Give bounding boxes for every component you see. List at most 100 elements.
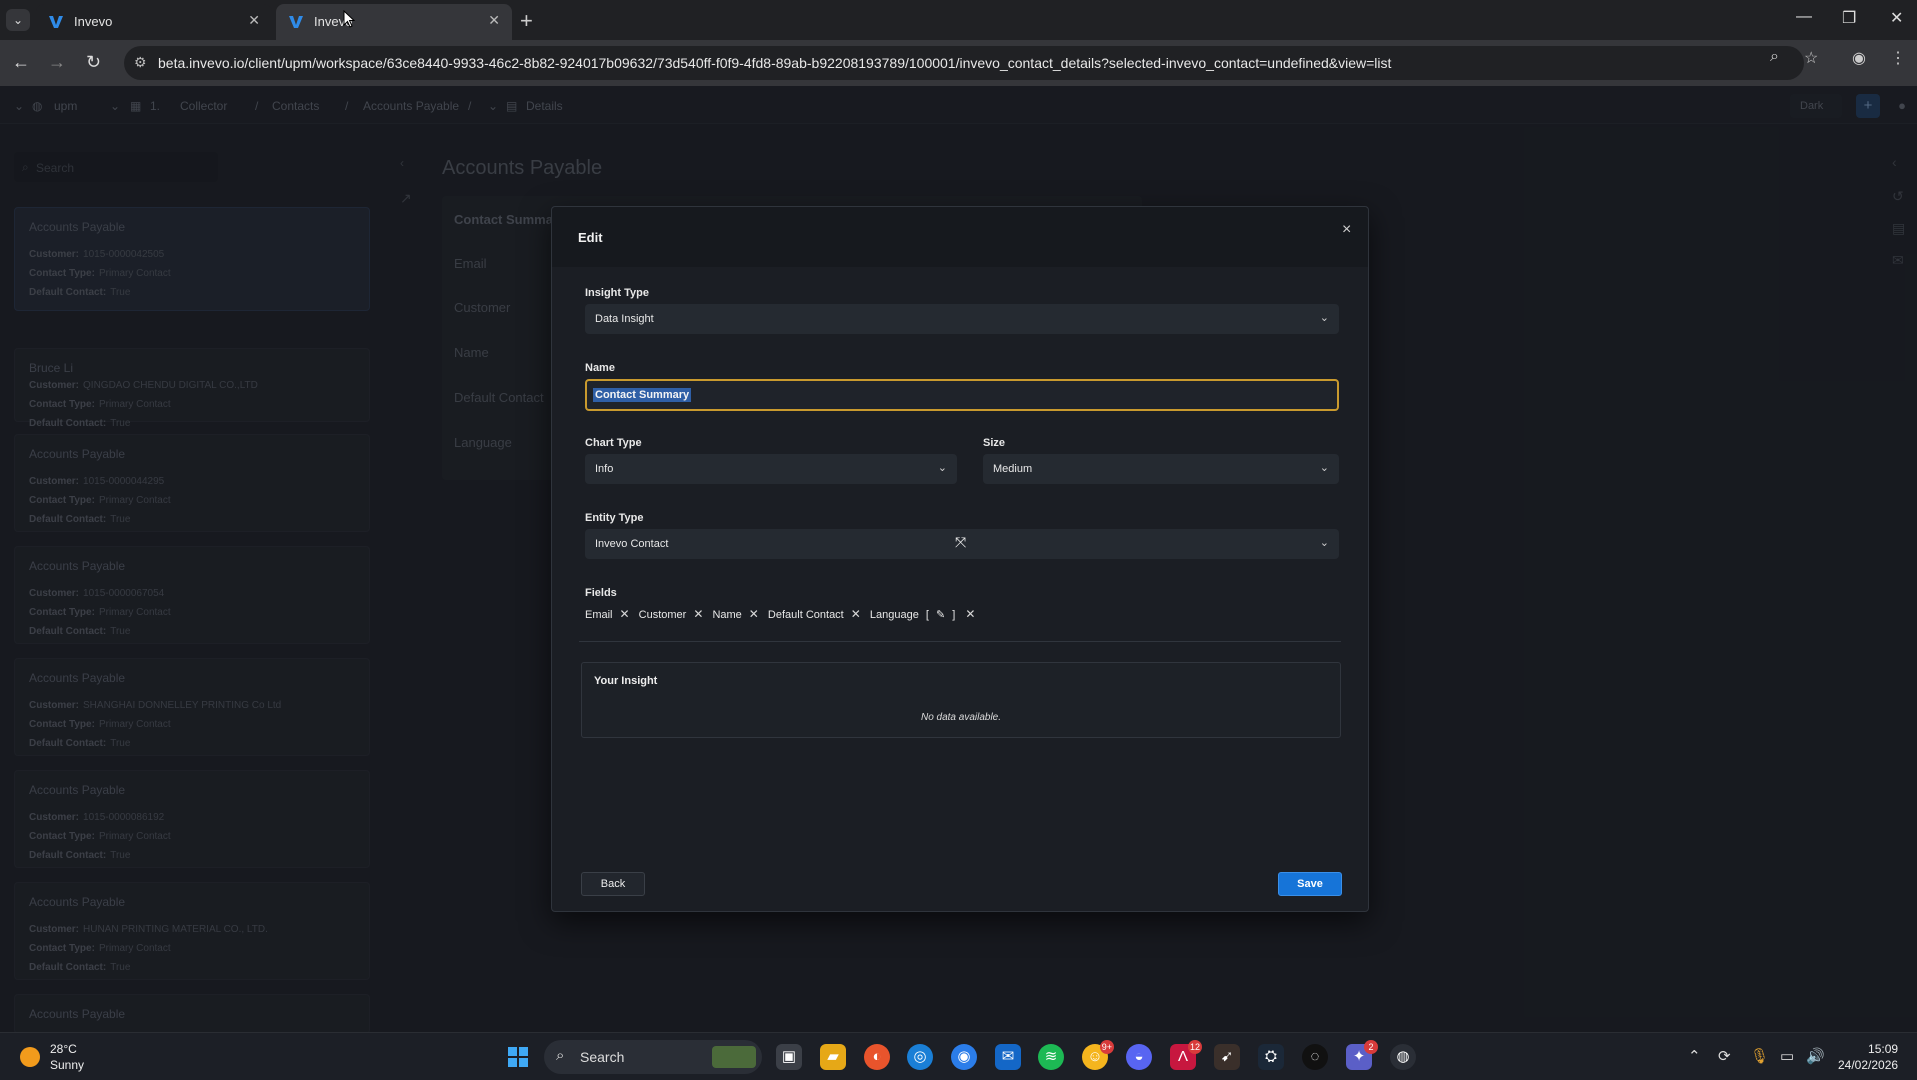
save-button[interactable]: Save <box>1278 872 1342 896</box>
remove-chip-icon[interactable]: ✕ <box>620 607 630 621</box>
obs-icon[interactable]: ◍ <box>1390 1044 1416 1070</box>
profile-icon[interactable]: ◉ <box>1852 48 1866 68</box>
app-icon-flame[interactable]: ➹ <box>1214 1044 1240 1070</box>
back-arrow-icon[interactable]: ← <box>12 52 30 73</box>
task-view-icon[interactable]: ▣ <box>776 1044 802 1070</box>
divider <box>579 641 1341 642</box>
field-chip-language: Language [ ✎ ] ✕ <box>870 607 976 621</box>
volume-icon[interactable]: 🔊 <box>1806 1047 1825 1065</box>
remove-chip-icon[interactable]: ✕ <box>965 607 975 621</box>
chevron-down-icon: ⌄ <box>1319 537 1329 549</box>
weather-condition: Sunny <box>50 1058 85 1072</box>
restore-icon[interactable]: ❐ <box>1842 8 1856 28</box>
browser-tab-2[interactable]: Invevo ✕ <box>276 4 512 40</box>
name-input[interactable]: Contact Summary <box>585 379 1339 411</box>
clock[interactable]: 15:09 24/02/2026 <box>1838 1041 1898 1073</box>
chrome-icon[interactable]: ◉ <box>951 1044 977 1070</box>
chip-label: Default Contact <box>767 609 844 621</box>
windows-start-icon[interactable] <box>505 1044 531 1070</box>
chart-type-select[interactable]: Info ⌄ <box>585 454 957 484</box>
field-chip-name: Name ✕ <box>712 607 758 621</box>
pencil-icon[interactable]: ✎ <box>936 609 945 621</box>
steam-icon[interactable]: ⛭ <box>1258 1044 1284 1070</box>
remove-chip-icon[interactable]: ✕ <box>693 607 703 621</box>
invevo-logo-icon <box>49 16 63 28</box>
reload-icon[interactable]: ↻ <box>86 52 101 73</box>
search-highlight-image <box>712 1046 756 1068</box>
browser-menu-icon[interactable]: ⋮ <box>1890 48 1906 68</box>
taskbar-search[interactable]: ⌕ Search <box>544 1040 762 1074</box>
bracket-open: [ <box>925 609 929 621</box>
remove-chip-icon[interactable]: ✕ <box>851 607 861 621</box>
teams-icon[interactable]: ✦ 2 <box>1346 1040 1378 1070</box>
close-tab-icon[interactable]: ✕ <box>488 12 500 29</box>
size-label: Size <box>983 437 1006 449</box>
no-data-message: No data available. <box>920 712 1002 723</box>
notification-badge: 2 <box>1364 1040 1378 1054</box>
minimize-icon[interactable]: — <box>1796 8 1812 26</box>
weather-temperature: 28°C <box>50 1042 77 1056</box>
close-window-icon[interactable]: ✕ <box>1890 8 1903 28</box>
discord-icon[interactable]: ◒ <box>1126 1044 1152 1070</box>
close-icon[interactable]: × <box>1342 221 1351 239</box>
fields-label: Fields <box>585 587 617 599</box>
name-label: Name <box>585 362 615 374</box>
chip-label: Email <box>585 609 613 621</box>
tray-overflow-icon[interactable]: ⌃ <box>1688 1047 1701 1065</box>
messenger-icon[interactable]: ☺ 9+ <box>1082 1040 1114 1070</box>
browser-tab-bar: ⌄ Invevo ✕ Invevo ✕ + — ❐ ✕ <box>0 0 1917 40</box>
field-chip-customer: Customer ✕ <box>639 607 704 621</box>
spotify-icon[interactable]: ≋ <box>1038 1044 1064 1070</box>
bookmark-star-icon[interactable]: ☆ <box>1804 48 1818 68</box>
tab-title: Invevo <box>74 14 113 29</box>
size-value: Medium <box>993 463 1033 475</box>
insight-type-select[interactable]: Data Insight ⌄ <box>585 304 1339 334</box>
omnibox[interactable]: ⚙ beta.invevo.io/client/upm/workspace/63… <box>124 46 1804 80</box>
chip-label: Name <box>712 609 742 621</box>
site-info-icon[interactable]: ⚙ <box>134 54 147 71</box>
sync-icon[interactable]: ⟳ <box>1718 1047 1731 1065</box>
chart-type-value: Info <box>595 463 614 475</box>
field-chip-email: Email ✕ <box>585 607 630 621</box>
tab-list-button[interactable]: ⌄ <box>6 9 30 31</box>
forward-arrow-icon[interactable]: → <box>48 52 66 73</box>
zoom-icon[interactable]: ⌕ <box>1770 48 1779 66</box>
back-button[interactable]: Back <box>581 872 645 896</box>
chart-type-label: Chart Type <box>585 437 642 449</box>
modal-title: Edit <box>578 230 603 245</box>
name-input-value: Contact Summary <box>593 388 692 402</box>
weather-sun-icon <box>20 1047 40 1067</box>
remove-chip-icon[interactable]: ✕ <box>749 607 759 621</box>
outlook-icon[interactable]: ✉ <box>995 1044 1021 1070</box>
address-bar-row: ← → ↻ ⚙ beta.invevo.io/client/upm/worksp… <box>0 40 1917 86</box>
windows-taskbar: 28°C Sunny ⌕ Search ▣ ▰ ◐ ◎ ◉ ✉ ≋ ☺ 9+ ◒ … <box>0 1032 1917 1080</box>
entity-type-label: Entity Type <box>585 512 644 524</box>
app-icon-orange[interactable]: ◐ <box>864 1044 890 1070</box>
microphone-icon[interactable]: 🎙 <box>1750 1047 1769 1065</box>
entity-type-select[interactable]: Invevo Contact ⤧ ⌄ <box>585 529 1339 559</box>
new-tab-button[interactable]: + <box>520 8 533 34</box>
notification-badge: 9+ <box>1099 1040 1114 1054</box>
weather-widget[interactable]: 28°C Sunny <box>50 1041 84 1073</box>
search-icon: ⌕ <box>556 1047 565 1064</box>
url-text[interactable]: beta.invevo.io/client/upm/workspace/63ce… <box>158 55 1391 71</box>
insight-type-label: Insight Type <box>585 287 649 299</box>
bracket-close: ] <box>952 609 956 621</box>
chevron-down-icon: ⌄ <box>1319 462 1329 474</box>
fields-chip-list: Email ✕ Customer ✕ Name ✕ Default Contact ✕ … <box>585 607 981 625</box>
notification-badge: 12 <box>1187 1040 1202 1054</box>
file-explorer-icon[interactable]: ▰ <box>820 1044 846 1070</box>
network-icon[interactable]: ▭ <box>1780 1047 1794 1065</box>
chevron-down-icon: ⌄ <box>1319 312 1329 324</box>
entity-type-value: Invevo Contact <box>595 538 669 550</box>
browser-tab-1[interactable]: Invevo ✕ <box>36 4 272 40</box>
edge-icon[interactable]: ◎ <box>907 1044 933 1070</box>
size-select[interactable]: Medium ⌄ <box>983 454 1339 484</box>
chip-label: Customer <box>638 609 687 621</box>
insight-preview: Your Insight No data available. <box>581 662 1341 738</box>
close-tab-icon[interactable]: ✕ <box>248 12 260 29</box>
invevo-logo-icon <box>289 16 303 28</box>
modal-header: Edit × <box>552 207 1368 267</box>
app-icon-red[interactable]: Ʌ 12 <box>1170 1040 1202 1070</box>
app-icon-circle[interactable]: ◌ <box>1302 1044 1328 1070</box>
